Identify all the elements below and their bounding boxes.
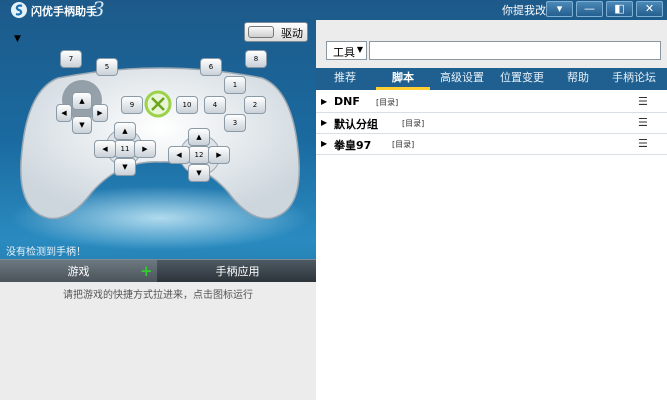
- right-stick-right-button[interactable]: ▶: [208, 146, 230, 164]
- list-item-tag: [目录]: [392, 140, 415, 149]
- controller-button-8[interactable]: 8: [245, 50, 267, 68]
- left-stick-right-button[interactable]: ▶: [92, 104, 108, 122]
- chevron-down-icon: ▼: [356, 45, 363, 54]
- left-stick-up-button[interactable]: ▲: [72, 92, 92, 110]
- tab-position-change[interactable]: 位置变更: [494, 68, 550, 90]
- expand-triangle-icon[interactable]: ▶: [321, 139, 327, 148]
- list-item-tag: [目录]: [402, 119, 425, 128]
- drive-label: 驱动: [281, 27, 303, 40]
- controller-button-1[interactable]: 1: [224, 76, 246, 94]
- title-bar[interactable]: 闪优手柄助手 3 你提我改 ▾ — ◧ ✕: [0, 0, 667, 21]
- script-list: ▶ DNF [目录] ☰ ▶ 默认分组 [目录] ☰ ▶ 拳皇97 [目录] ☰: [316, 90, 667, 400]
- tab-help[interactable]: 帮助: [556, 68, 600, 90]
- list-item[interactable]: ▶ 拳皇97 [目录] ☰: [316, 134, 667, 155]
- controller-button-6[interactable]: 6: [200, 58, 222, 76]
- list-item-name: 默认分组: [334, 118, 378, 131]
- tab-scripts[interactable]: 脚本: [376, 68, 430, 90]
- close-button[interactable]: ✕: [636, 1, 663, 17]
- controller-button-7[interactable]: 7: [60, 50, 82, 68]
- no-controller-status: 没有检测到手柄！: [6, 247, 86, 258]
- tool-select-value: 工具: [333, 46, 355, 59]
- expand-triangle-icon[interactable]: ▶: [321, 97, 327, 106]
- right-stick-left-button[interactable]: ◀: [168, 146, 190, 164]
- skin-button[interactable]: ◧: [606, 1, 633, 17]
- left-tabs: 游戏 + 手柄应用: [0, 259, 316, 283]
- tab-forum[interactable]: 手柄论坛: [606, 68, 662, 90]
- app-logo-icon: [11, 2, 27, 18]
- toolbar: 工具 ▼: [316, 20, 667, 68]
- controller-body: [10, 67, 310, 250]
- right-stick-up-button[interactable]: ▲: [188, 128, 210, 146]
- app-version-mark: 3: [92, 0, 105, 21]
- tab-recommend[interactable]: 推荐: [320, 68, 370, 90]
- list-item-tag: [目录]: [376, 98, 399, 107]
- list-item[interactable]: ▶ DNF [目录] ☰: [316, 92, 667, 113]
- controller-button-4[interactable]: 4: [204, 96, 226, 114]
- controller-button-5[interactable]: 5: [96, 58, 118, 76]
- list-menu-icon[interactable]: ☰: [638, 95, 648, 108]
- right-stick-down-button[interactable]: ▼: [188, 164, 210, 182]
- list-menu-icon[interactable]: ☰: [638, 116, 648, 129]
- minimize-button[interactable]: —: [576, 1, 603, 17]
- controller-button-10[interactable]: 10: [176, 96, 198, 114]
- app-title: 闪优手柄助手: [31, 5, 97, 18]
- controller-button-3[interactable]: 3: [224, 114, 246, 132]
- dpad-up-button[interactable]: ▲: [114, 122, 136, 140]
- tab-controller-apps[interactable]: 手柄应用: [159, 260, 316, 283]
- plus-icon[interactable]: +: [140, 260, 153, 282]
- list-item[interactable]: ▶ 默认分组 [目录] ☰: [316, 113, 667, 134]
- list-menu-icon[interactable]: ☰: [638, 137, 648, 150]
- list-item-name: 拳皇97: [334, 139, 372, 152]
- controller-button-11[interactable]: 11: [114, 140, 136, 158]
- controller-button-2[interactable]: 2: [244, 96, 266, 114]
- left-stick-left-button[interactable]: ◀: [56, 104, 72, 122]
- game-drop-area[interactable]: 请把游戏的快捷方式拉进来，点击图标运行: [0, 282, 316, 400]
- right-tabs: 推荐 脚本 高级设置 位置变更 帮助 手柄论坛: [316, 68, 667, 90]
- expand-triangle-icon[interactable]: ▶: [321, 118, 327, 127]
- game-drop-hint: 请把游戏的快捷方式拉进来，点击图标运行: [63, 290, 253, 301]
- tab-advanced-settings[interactable]: 高级设置: [434, 68, 490, 90]
- dpad-left-button[interactable]: ◀: [94, 140, 116, 158]
- list-item-name: DNF: [334, 95, 360, 108]
- controller-button-9[interactable]: 9: [121, 96, 143, 114]
- xbox-guide-icon[interactable]: [144, 90, 172, 118]
- dpad-down-button[interactable]: ▼: [114, 158, 136, 176]
- menu-button[interactable]: ▾: [546, 1, 573, 17]
- dpad-right-button[interactable]: ▶: [134, 140, 156, 158]
- tool-select[interactable]: 工具 ▼: [326, 41, 367, 60]
- controller-illustration: 7 5 6 8 1 2 3 4 9 10 11 12 ▲ ▼ ◀ ▶ ▲ ▼ ◀…: [0, 40, 318, 250]
- main-window: 闪优手柄助手 3 你提我改 ▾ — ◧ ✕ ▼ 驱动 7 5 6 8 1 2 3…: [0, 0, 667, 400]
- toggle-switch-icon: [248, 26, 274, 38]
- controller-button-12[interactable]: 12: [188, 146, 210, 164]
- drive-toggle-button[interactable]: 驱动: [244, 22, 308, 42]
- left-stick-down-button[interactable]: ▼: [72, 116, 92, 134]
- feedback-link[interactable]: 你提我改: [502, 2, 546, 18]
- search-input[interactable]: [369, 41, 661, 60]
- tab-games[interactable]: 游戏 +: [0, 260, 157, 283]
- tab-games-label: 游戏: [67, 265, 90, 278]
